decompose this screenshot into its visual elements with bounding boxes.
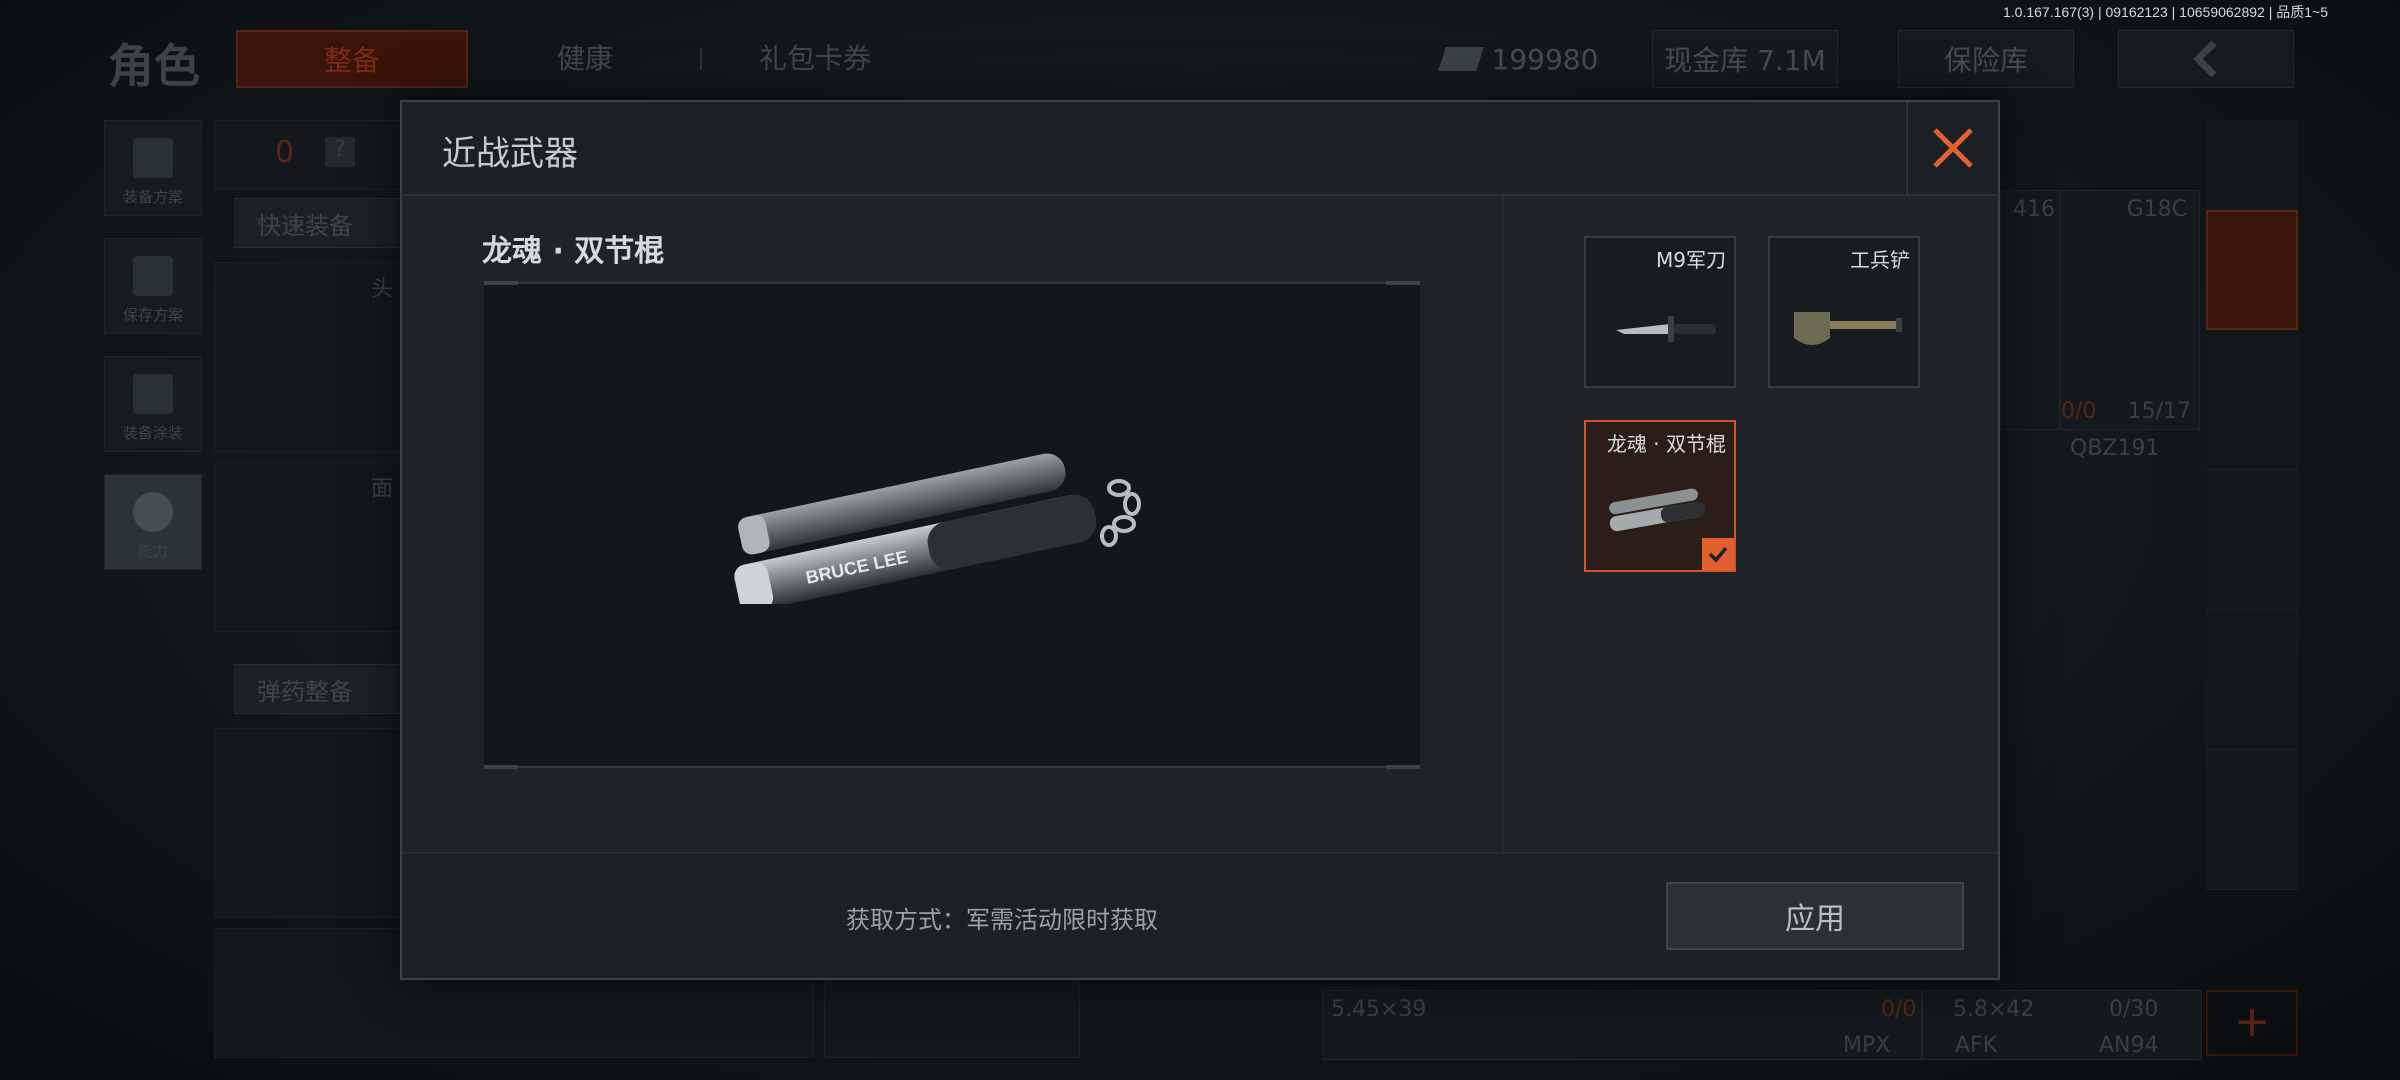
knife-icon	[1616, 316, 1716, 342]
modal-title: 近战武器	[442, 134, 578, 174]
slot-face-label: 面	[371, 477, 394, 502]
ammo-count: 0/0	[1881, 997, 1917, 1022]
slot-label: 工兵铲	[1850, 248, 1910, 272]
lightning-icon	[133, 492, 173, 532]
modal-footer: 获取方式：军需活动限时获取 应用	[402, 852, 1998, 978]
back-button[interactable]	[2118, 30, 2294, 88]
ammo-counter: 15/17	[2127, 399, 2191, 424]
weapon-name: AN94	[2099, 1033, 2159, 1058]
rail-label: 能力	[137, 542, 168, 560]
weapon-name: 416	[2013, 197, 2055, 222]
coin-amount: 199980	[1491, 42, 1599, 76]
face-slot[interactable]: 面	[214, 462, 404, 632]
rail-label: 装备方案	[122, 188, 183, 206]
quick-equip-button[interactable]: 快速装备	[234, 198, 414, 248]
rail-label: 保存方案	[122, 306, 183, 324]
corner-mark	[1386, 765, 1420, 769]
rail-rifle-icon[interactable]	[2206, 470, 2298, 610]
apply-button[interactable]: 应用	[1666, 882, 1964, 950]
weapon-grid: M9军刀 工兵铲 龙魂 · 双节棍	[1504, 196, 1998, 852]
weapon-card-g18c[interactable]: G18C 0/0 15/17	[2060, 190, 2200, 430]
rail-bullet-icon[interactable]	[2206, 750, 2298, 890]
tab-gift-cards[interactable]: 礼包卡券	[720, 30, 910, 88]
shovel-icon	[1794, 312, 1902, 345]
weapon-name: MPX	[1843, 1033, 1891, 1058]
melee-weapon-modal: 近战武器 龙魂 · 双节棍 BRUCE LEE M9军刀 工兵铲 龙魂 · 双节…	[400, 100, 2000, 980]
corner-mark	[1386, 281, 1420, 285]
build-info: 1.0.167.167(3) | 09162123 | 10659062892 …	[2002, 4, 2328, 20]
ammo-counter: 0/0	[2061, 399, 2097, 424]
ammo-prep-label: 弹药整备	[257, 677, 353, 706]
helmet-icon	[133, 374, 173, 414]
corner-mark	[484, 765, 518, 769]
weapon-card-416[interactable]: 416	[2000, 190, 2060, 430]
insurance-button[interactable]: 保险库	[1898, 30, 2074, 88]
tab-equip[interactable]: 整备	[236, 30, 468, 88]
rail-loadout-plan[interactable]: 装备方案	[104, 120, 202, 216]
modal-header: 近战武器	[402, 102, 1998, 196]
left-rail: 装备方案 保存方案 装备涂装 能力	[104, 120, 204, 592]
rail-magazine-icon[interactable]	[2206, 610, 2298, 750]
ammo-row[interactable]: 5.45×39 0/0 MPX	[1322, 990, 1922, 1060]
download-icon	[133, 256, 173, 296]
weapon-slot-nunchaku[interactable]: 龙魂 · 双节棍	[1584, 420, 1736, 572]
weapon-qbz-label: QBZ191	[2070, 436, 2160, 461]
armor-count: 0	[275, 135, 295, 170]
helmet-slot[interactable]: 头	[214, 262, 404, 452]
coin-balance: 199980	[1436, 30, 1604, 88]
selected-check-icon	[1702, 538, 1734, 570]
chevron-left-icon	[2193, 40, 2217, 78]
help-icon[interactable]: ?	[325, 137, 355, 167]
add-button[interactable]: +	[2206, 990, 2298, 1056]
slot-label: 龙魂 · 双节棍	[1606, 432, 1726, 456]
ammo-prep-button[interactable]: 弹药整备	[234, 664, 414, 714]
page-title: 角色	[108, 39, 200, 93]
rail-skins[interactable]: 装备涂装	[104, 356, 202, 452]
ammo-count: 0/30	[2109, 997, 2159, 1022]
weapon-slot-shovel[interactable]: 工兵铲	[1768, 236, 1920, 388]
rail-abilities[interactable]: 能力	[104, 474, 202, 570]
slot-head-label: 头	[371, 277, 394, 302]
armor-panel: 0 ?	[214, 120, 404, 190]
caliber-label: 5.45×39	[1331, 997, 1427, 1022]
right-rail	[2206, 120, 2298, 890]
caliber-label: 5.8×42	[1953, 997, 2035, 1022]
slot-label: M9军刀	[1656, 248, 1726, 272]
rail-box-icon[interactable]	[2206, 210, 2298, 330]
corner-mark	[484, 281, 518, 285]
cash-icon	[1437, 47, 1484, 71]
nunchaku-render: BRUCE LEE	[734, 453, 1141, 604]
weapon-slot-m9-knife[interactable]: M9军刀	[1584, 236, 1736, 388]
close-button[interactable]	[1906, 102, 1998, 194]
weapon-name: G18C	[2126, 197, 2187, 222]
rail-label: 装备涂装	[122, 424, 183, 442]
close-icon	[1933, 128, 1973, 168]
selected-item-name: 龙魂 · 双节棍	[482, 234, 665, 269]
acquire-method: 获取方式：军需活动限时获取	[846, 906, 1158, 934]
rail-helmet-icon[interactable]	[2206, 330, 2298, 470]
preview-area: 龙魂 · 双节棍 BRUCE LEE	[402, 196, 1502, 852]
tab-divider	[700, 48, 702, 70]
vest-icon	[133, 138, 173, 178]
tab-health[interactable]: 健康	[500, 30, 670, 88]
ammo-row-2[interactable]: 5.8×42 0/30 AFK AN94	[1922, 990, 2202, 1060]
backpack-slot[interactable]	[214, 728, 404, 918]
item-preview[interactable]: BRUCE LEE	[484, 281, 1420, 769]
cash-vault-button[interactable]: 现金库 7.1M	[1652, 30, 1838, 88]
rail-save-plan[interactable]: 保存方案	[104, 238, 202, 334]
nunchaku-icon	[1609, 488, 1705, 532]
weapon-name: AFK	[1955, 1033, 1998, 1058]
rail-layers-icon[interactable]	[2206, 120, 2298, 210]
quick-equip-label: 快速装备	[257, 211, 353, 240]
